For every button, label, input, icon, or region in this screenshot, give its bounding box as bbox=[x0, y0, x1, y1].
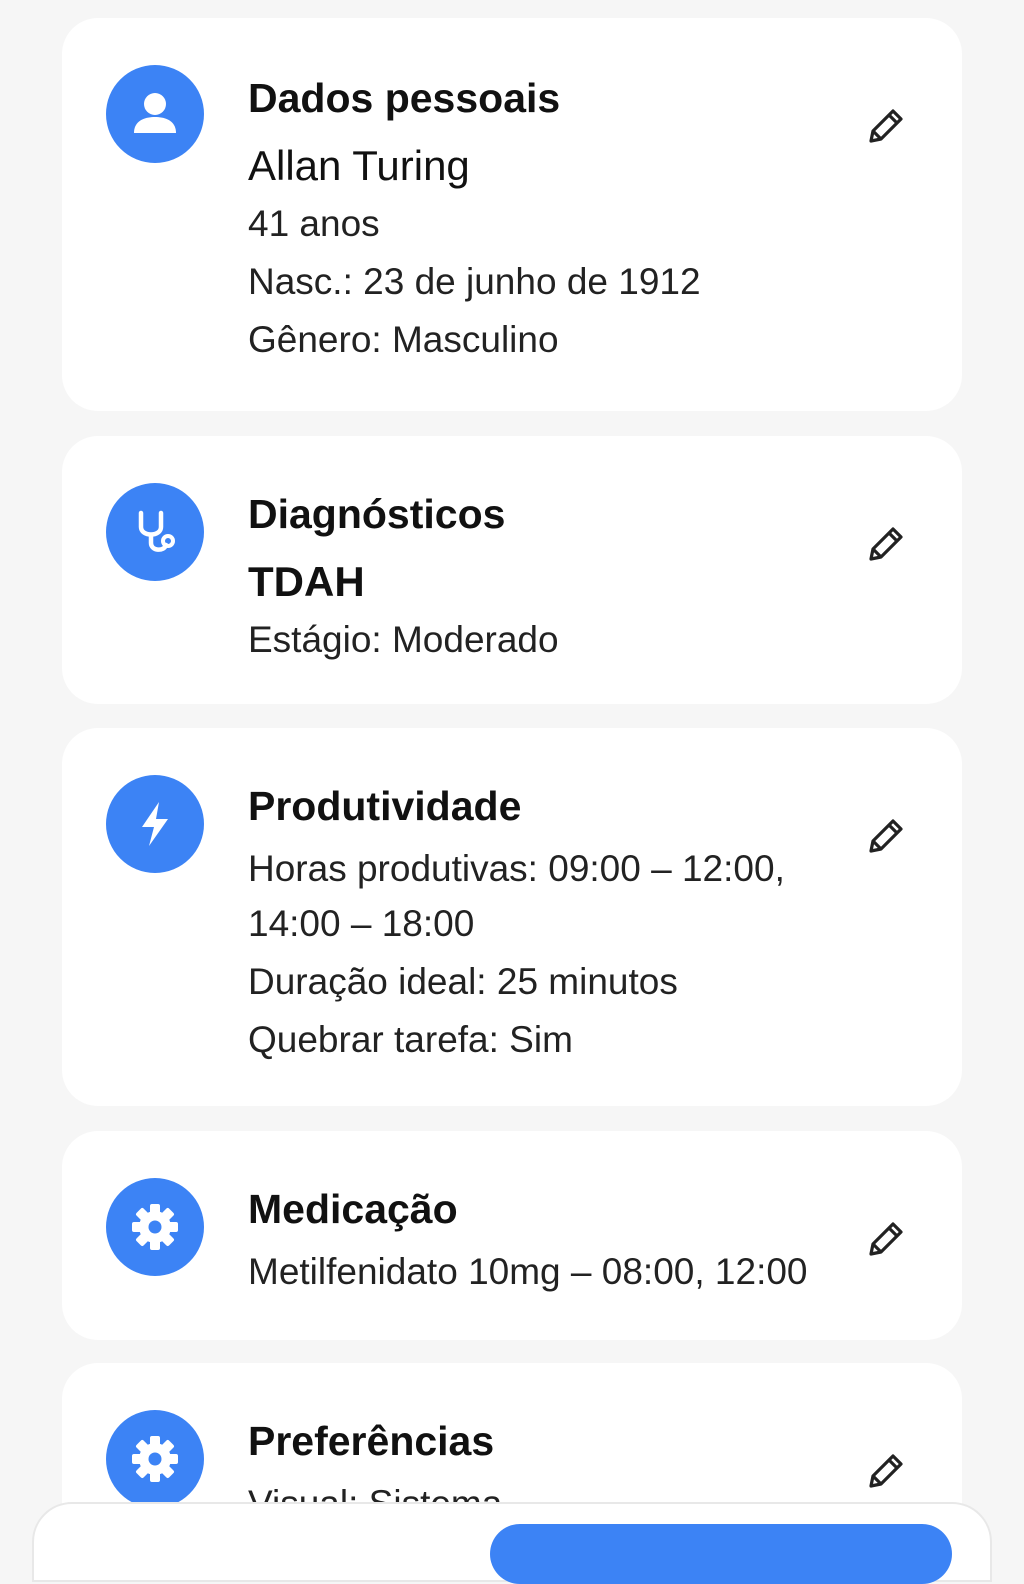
edit-medication-button[interactable] bbox=[860, 1215, 910, 1265]
birth-date-text: Nasc.: 23 de junho de 1912 bbox=[248, 260, 701, 302]
diagnostics-card: Diagnósticos TDAH Estágio: Moderado bbox=[62, 436, 962, 704]
edit-productivity-button[interactable] bbox=[860, 812, 910, 862]
pencil-icon bbox=[869, 1454, 903, 1488]
card-title: Preferências bbox=[248, 1418, 495, 1464]
lightning-icon bbox=[106, 775, 204, 873]
edit-preferences-button[interactable] bbox=[860, 1447, 910, 1497]
card-title: Diagnósticos bbox=[248, 491, 506, 537]
pencil-icon bbox=[869, 819, 903, 853]
gender-text: Gênero: Masculino bbox=[248, 319, 559, 361]
card-title: Dados pessoais bbox=[248, 75, 561, 121]
productive-hours-continued-text: 14:00 – 18:00 bbox=[248, 902, 475, 944]
productive-hours-text: Horas produtivas: 09:00 – 12:00, bbox=[248, 848, 785, 890]
break-task-text: Quebrar tarefa: Sim bbox=[248, 1019, 573, 1061]
personal-data-card: Dados pessoais Allan Turing 41 anos Nasc… bbox=[62, 18, 962, 411]
ideal-duration-text: Duração ideal: 25 minutos bbox=[248, 960, 678, 1002]
productivity-card: Produtividade Horas produtivas: 09:00 – … bbox=[62, 728, 962, 1106]
gear-icon bbox=[106, 1178, 204, 1276]
medication-card: Medicação Metilfenidato 10mg – 08:00, 12… bbox=[62, 1131, 962, 1340]
stethoscope-icon bbox=[106, 483, 204, 581]
card-title: Produtividade bbox=[248, 783, 522, 829]
primary-action-button[interactable] bbox=[490, 1524, 952, 1584]
pencil-icon bbox=[869, 1222, 903, 1256]
age-text: 41 anos bbox=[248, 202, 380, 244]
medication-text: Metilfenidato 10mg – 08:00, 12:00 bbox=[248, 1251, 808, 1293]
patient-name: Allan Turing bbox=[248, 142, 470, 190]
person-icon bbox=[106, 65, 204, 163]
edit-diagnostics-button[interactable] bbox=[860, 520, 910, 570]
card-title: Medicação bbox=[248, 1186, 458, 1232]
pencil-icon bbox=[869, 109, 903, 143]
pencil-icon bbox=[869, 527, 903, 561]
edit-personal-data-button[interactable] bbox=[860, 102, 910, 152]
gear-icon bbox=[106, 1410, 204, 1508]
stage-text: Estágio: Moderado bbox=[248, 618, 559, 660]
diagnosis-text: TDAH bbox=[248, 558, 365, 606]
